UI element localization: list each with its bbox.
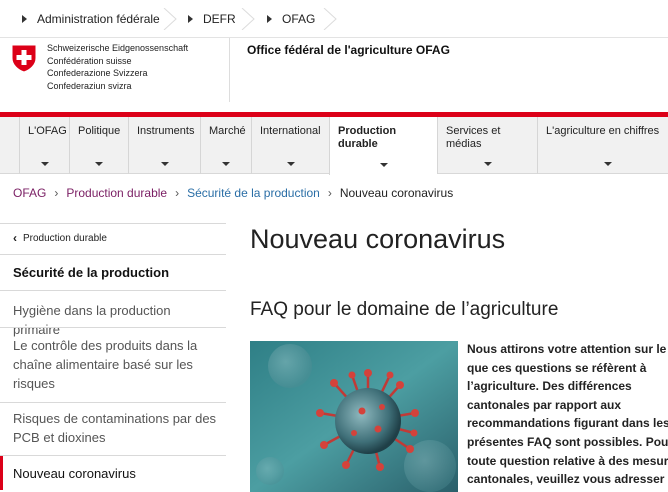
page-title: Nouveau coronavirus <box>250 224 506 254</box>
triangle-right-icon <box>267 15 272 23</box>
top-breadcrumb-bar: Administration fédérale DEFR OFAG <box>0 0 668 38</box>
lead-line: présentes FAQ sont possibles. Pour <box>467 434 668 449</box>
caret-down-icon <box>95 162 103 166</box>
lead-paragraph: Nous attirons votre attention sur le fai… <box>467 340 668 492</box>
crumb-defr[interactable]: DEFR <box>188 0 236 38</box>
sidebar-divider <box>0 455 226 456</box>
crumb-label: OFAG <box>282 12 316 26</box>
chevron-separator-icon <box>163 8 177 30</box>
nav-item-marche[interactable]: Marché <box>200 117 251 174</box>
sidebar-section-title[interactable]: Sécurité de la production <box>13 265 169 280</box>
nav-item-label: Production durable <box>338 125 397 150</box>
back-link-label: Production durable <box>23 232 107 244</box>
breadcrumb-securite-production[interactable]: Sécurité de la production <box>187 186 320 200</box>
crumb-admin-federale[interactable]: Administration fédérale <box>22 0 160 38</box>
federal-names: Schweizerische Eidgenossenschaft Confédé… <box>47 42 188 92</box>
nav-item-international[interactable]: International <box>251 117 329 174</box>
caret-down-icon <box>483 162 492 166</box>
caret-down-icon <box>222 162 230 166</box>
nav-item-label: L'agriculture en chiffres <box>546 125 660 137</box>
sidebar-divider <box>0 327 226 328</box>
nav-item-agriculture-chiffres[interactable]: L'agriculture en chiffres <box>537 117 668 174</box>
sidebar-active-indicator <box>0 456 3 490</box>
lead-line: recommandations figurant dans les <box>467 416 668 431</box>
breadcrumb-ofag[interactable]: OFAG <box>13 186 46 200</box>
lead-line: cantonales par rapport aux <box>467 397 622 412</box>
breadcrumb-production-durable[interactable]: Production durable <box>66 186 167 200</box>
nav-item-label: Politique <box>78 125 121 137</box>
triangle-right-icon <box>22 15 27 23</box>
header-divider <box>229 38 230 102</box>
nav-item-services-medias[interactable]: Services et médias <box>437 117 537 174</box>
caret-down-icon <box>286 162 295 166</box>
coronavirus-image <box>250 341 458 492</box>
chevron-left-icon: ‹ <box>13 231 17 245</box>
caret-down-icon <box>160 162 169 166</box>
caret-down-icon <box>604 162 612 166</box>
fed-name-rm: Confederaziun svizra <box>47 80 132 91</box>
crumb-label: Administration fédérale <box>37 12 160 26</box>
chevron-right-icon: › <box>54 186 59 200</box>
fed-name-de: Schweizerische Eidgenossenschaft <box>47 43 189 53</box>
section-heading: FAQ pour le domaine de l’agriculture <box>250 299 559 320</box>
nav-item-instruments[interactable]: Instruments <box>128 117 200 174</box>
main-nav: L'OFAG Politique Instruments Marché Inte… <box>0 117 668 175</box>
sidebar-divider <box>0 290 226 291</box>
sidebar-item-risques-pcb[interactable]: Risques de contaminations par des PCB et… <box>13 409 218 447</box>
nav-item-production-durable[interactable]: Production durable <box>329 117 437 175</box>
breadcrumb: OFAG › Production durable › Sécurité de … <box>13 186 453 200</box>
fed-name-it: Confederazione Svizzera <box>47 68 148 78</box>
nav-item-label: International <box>260 125 321 137</box>
swiss-coat-of-arms-icon[interactable] <box>11 44 37 73</box>
lead-line: cantonales, veuillez vous adresser <box>467 472 665 487</box>
breadcrumb-current: Nouveau coronavirus <box>339 186 454 200</box>
fed-name-fr: Confédération suisse <box>47 55 132 66</box>
caret-down-icon <box>379 163 388 167</box>
sidebar-divider <box>0 223 226 224</box>
nav-item-label: Marché <box>209 125 246 137</box>
sidebar-divider <box>0 402 226 403</box>
coronavirus-illustration <box>250 341 458 492</box>
chevron-right-icon: › <box>327 186 332 200</box>
sidebar-divider <box>0 254 226 255</box>
nav-item-label: L'OFAG <box>28 125 67 137</box>
sidebar-item-nouveau-coronavirus[interactable]: Nouveau coronavirus <box>13 464 218 483</box>
crumb-ofag[interactable]: OFAG <box>267 0 315 38</box>
sidebar-item-controle-produits[interactable]: Le contrôle des produits dans la chaîne … <box>13 336 218 393</box>
crumb-label: DEFR <box>203 12 236 26</box>
triangle-right-icon <box>188 15 193 23</box>
nav-item-label: Services et médias <box>446 125 501 150</box>
chevron-separator-icon <box>323 8 337 30</box>
office-title[interactable]: Office fédéral de l'agriculture OFAG <box>247 43 450 57</box>
nav-item-politique[interactable]: Politique <box>69 117 128 174</box>
site-header: Schweizerische Eidgenossenschaft Confédé… <box>0 38 668 112</box>
sidebar-item-hygiene[interactable]: Hygiène dans la production primaire <box>13 301 218 339</box>
lead-line: l’agriculture. Des différences <box>467 379 632 394</box>
chevron-separator-icon <box>241 8 255 30</box>
lead-line: que ces questions se réfèrent à <box>467 360 647 375</box>
caret-down-icon <box>40 162 49 166</box>
nav-item-ofag[interactable]: L'OFAG <box>19 117 69 174</box>
back-link[interactable]: ‹ Production durable <box>13 231 107 245</box>
chevron-right-icon: › <box>175 186 180 200</box>
nav-item-label: Instruments <box>137 125 195 137</box>
lead-line: toute question relative à des mesures <box>467 453 668 468</box>
lead-line: Nous attirons votre attention sur le fai… <box>467 342 668 356</box>
